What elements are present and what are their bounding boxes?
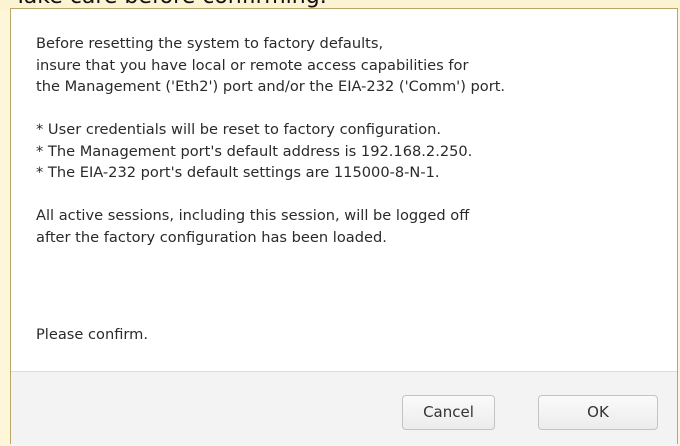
defaults-list: * User credentials will be reset to fact…	[36, 119, 676, 184]
bullet-management-address: * The Management port's default address …	[36, 142, 473, 160]
ok-button[interactable]: OK	[538, 395, 658, 430]
bullet-eia232-settings: * The EIA-232 port's default settings ar…	[36, 164, 440, 181]
bullet-credentials: * User credentials will be reset to fact…	[36, 121, 442, 138]
sessions-line: All active sessions, including this sess…	[36, 207, 470, 224]
confirm-prompt: Please confirm.	[36, 326, 148, 343]
intro-paragraph: Before resetting the system to factory d…	[36, 33, 676, 98]
sessions-paragraph: All active sessions, including this sess…	[36, 205, 676, 248]
intro-line: insure that you have local or remote acc…	[36, 56, 469, 74]
intro-line: Before resetting the system to factory d…	[36, 35, 384, 52]
cancel-button[interactable]: Cancel	[402, 395, 495, 430]
sessions-line: after the factory configuration has been…	[36, 228, 387, 246]
intro-line: the Management ('Eth2') port and/or the …	[36, 78, 506, 95]
confirm-dialog: Before resetting the system to factory d…	[10, 8, 678, 445]
dialog-button-bar: Cancel OK	[11, 371, 677, 445]
dialog-message: Before resetting the system to factory d…	[36, 33, 676, 270]
